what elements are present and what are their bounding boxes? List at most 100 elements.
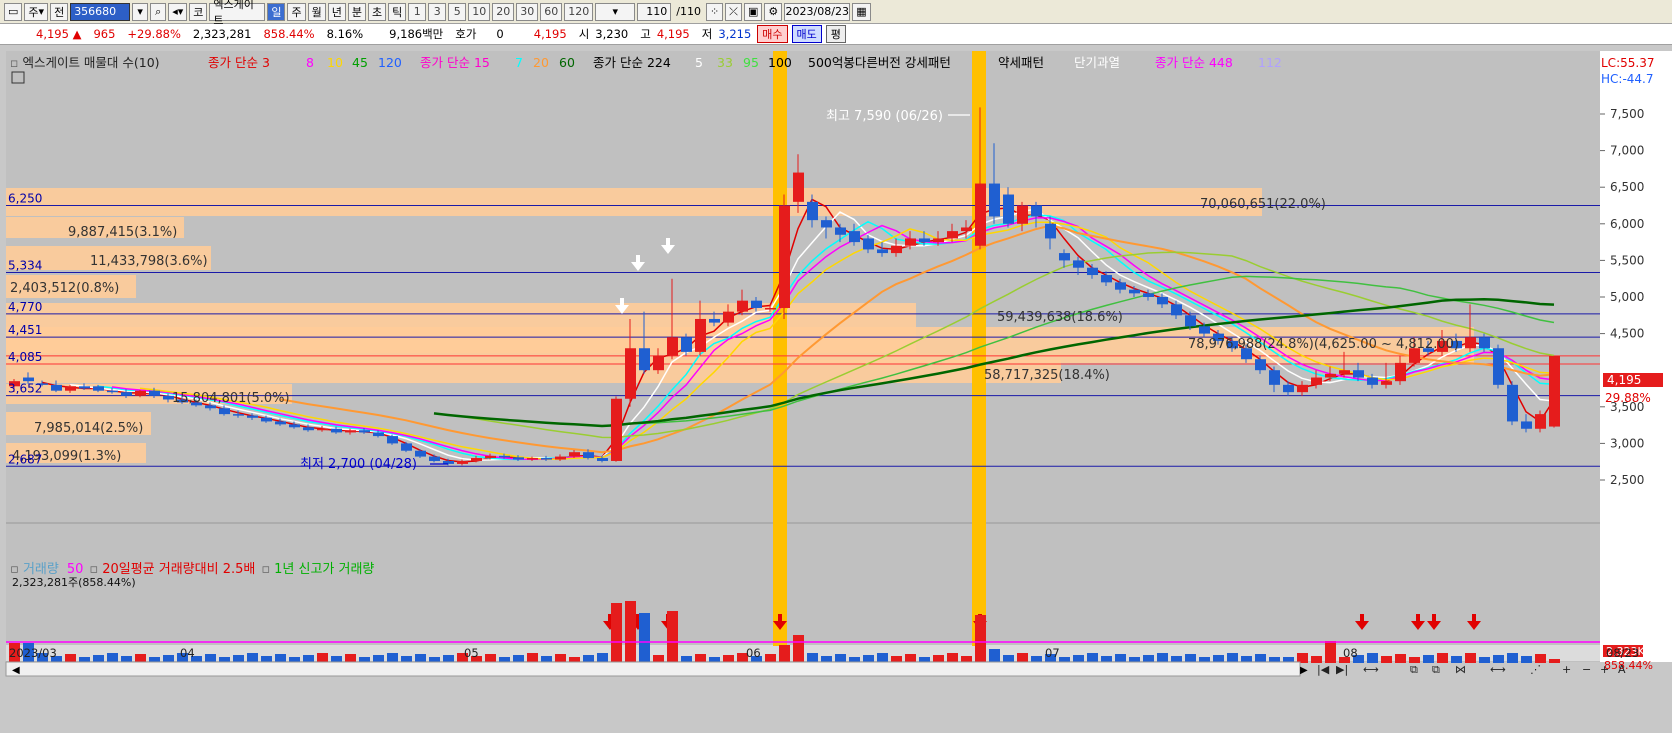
interval-1[interactable]: 1 — [408, 2, 427, 21]
scroll-start-icon[interactable]: |◀ — [1317, 663, 1330, 676]
fit-alt-icon[interactable]: ⧉ — [1432, 663, 1440, 676]
fit-icon[interactable]: ⧉ — [1410, 663, 1418, 676]
candle-body-66 — [933, 238, 944, 243]
chart-type-icon[interactable]: ▭ — [4, 2, 23, 21]
tab-period-week[interactable]: 주 — [287, 2, 306, 21]
speaker-icon[interactable]: ◂▾ — [168, 2, 188, 21]
zoom-out-icon[interactable]: − — [1582, 663, 1591, 676]
candle-body-109 — [1535, 414, 1546, 429]
interval-10[interactable]: 10 — [468, 2, 491, 21]
expand-icon[interactable]: ⟷ — [1490, 663, 1506, 676]
high-price: 4,195 — [656, 27, 690, 41]
tick-label-4: 5,500 — [1610, 253, 1644, 267]
tab-period-second[interactable]: 초 — [367, 2, 387, 21]
candle-body-65 — [919, 238, 930, 243]
candle-body-35 — [499, 455, 510, 458]
candle-body-74 — [1045, 223, 1056, 239]
legend-overheat: 단기과열 — [1074, 55, 1120, 70]
candle-body-110 — [1549, 355, 1560, 427]
candle-body-23 — [331, 428, 342, 433]
link-icon[interactable]: ⤫ — [725, 2, 742, 21]
prev-button[interactable]: 전 — [50, 2, 69, 21]
volume-legend-label: 거래량 — [23, 562, 59, 577]
legend-ma2-7: 7 — [515, 55, 523, 70]
tab-period-month[interactable]: 월 — [307, 2, 326, 21]
legend-vp-text: 엑스게이트 매물대 수(10) — [22, 55, 159, 70]
zoom-in-icon[interactable]: + — [1562, 663, 1571, 676]
candle-body-70 — [989, 183, 1000, 217]
zoom-range-icon[interactable]: ⟷ — [1363, 663, 1379, 676]
legend-ma1: 종가 단순 3 — [208, 55, 270, 70]
candle-body-40 — [569, 452, 580, 457]
x-label-08: 08 — [1343, 646, 1358, 660]
candle-body-8 — [121, 392, 132, 396]
candle-body-37 — [527, 458, 538, 460]
date-input[interactable]: 2023/08/23 — [784, 2, 851, 21]
candle-body-96 — [1353, 370, 1364, 378]
volume-tag-pct: 858.44% — [1604, 659, 1653, 672]
candle-body-94 — [1325, 373, 1336, 378]
tab-period-year[interactable]: 년 — [327, 2, 346, 21]
interval-custom-select[interactable]: ▾ — [595, 2, 636, 21]
stock-name-field[interactable]: 엑스게이트 — [209, 0, 266, 27]
candle-body-30 — [429, 456, 440, 461]
interval-30[interactable]: 30 — [516, 2, 539, 21]
interval-60[interactable]: 60 — [540, 2, 563, 21]
interval-20[interactable]: 20 — [492, 2, 515, 21]
candle-body-55 — [779, 205, 790, 308]
volume-signal-arrow-3-stem — [778, 614, 782, 622]
zoom-plus-icon[interactable]: + — [1600, 663, 1609, 676]
tab-period-minute[interactable]: 분 — [347, 2, 366, 21]
candle-body-10 — [149, 390, 160, 396]
volume-current: 2,323,281주(858.44%) — [12, 576, 136, 589]
legend-pattern-weak: 약세패턴 — [998, 55, 1044, 70]
legend-ma2-60: 60 — [559, 55, 575, 70]
scroll-right-icon[interactable]: ▶ — [1300, 665, 1308, 676]
stock-chart[interactable]: 70,060,651(22.0%) 9,887,415(3.1%) 11,433,7… — [0, 45, 1672, 730]
candle-body-81 — [1143, 293, 1154, 297]
buy-button[interactable]: 매수 — [757, 25, 788, 43]
candle-body-77 — [1087, 267, 1098, 276]
low-price: 3,215 — [718, 27, 752, 41]
sell-button[interactable]: 매도 — [791, 25, 822, 43]
code-dropdown-icon[interactable]: ▾ — [132, 2, 149, 21]
legend-vp: ▫ 엑스게이트 매물대 수(10) — [10, 55, 160, 70]
candle-body-1 — [23, 377, 34, 382]
candle-body-68 — [961, 227, 972, 232]
compress-icon[interactable]: ⋈ — [1455, 663, 1466, 676]
trend-icon[interactable]: ⋰ — [1530, 663, 1541, 676]
save-icon[interactable]: ▣ — [743, 2, 763, 21]
tick-label-2: 6,500 — [1610, 180, 1644, 194]
grid-icon[interactable]: ⁘ — [705, 2, 724, 21]
chart-svg: 70,060,651(22.0%) 9,887,415(3.1%) 11,433,7… — [5, 51, 1672, 677]
scroll-left-icon[interactable]: ◀ — [12, 665, 20, 676]
text-size-icon[interactable]: A — [1618, 663, 1626, 676]
gear-icon[interactable]: ⚙ — [764, 2, 783, 21]
calendar-icon[interactable]: ▦ — [852, 2, 871, 21]
volume-bar-47 — [667, 611, 678, 663]
candle-body-49 — [695, 318, 706, 352]
legend-ma3: 종가 단순 224 — [593, 55, 671, 70]
hoga-label: 호가 — [455, 27, 477, 41]
interval-5[interactable]: 5 — [448, 2, 467, 21]
tab-period-day[interactable]: 일 — [267, 2, 286, 21]
candle-body-9 — [135, 390, 146, 396]
tab-period-tick[interactable]: 틱 — [388, 2, 407, 21]
count-input[interactable]: 110 — [637, 2, 672, 21]
stock-code-input[interactable]: 356680 — [70, 2, 131, 21]
volume-bar-105 — [1479, 657, 1490, 663]
interval-3[interactable]: 3 — [428, 2, 447, 21]
avg-button[interactable]: 평 — [825, 25, 846, 43]
period-main-select[interactable]: 주 ▾ — [24, 2, 49, 21]
volume-bar-109 — [1535, 654, 1546, 663]
candle-body-78 — [1101, 275, 1112, 283]
search-icon[interactable]: ⌕ — [150, 2, 167, 21]
legend-ma2: 종가 단순 15 — [420, 55, 490, 70]
chart-scrollbar[interactable] — [5, 661, 1301, 677]
candle-body-51 — [723, 311, 734, 323]
volume-bar-110 — [1549, 659, 1560, 663]
interval-120[interactable]: 120 — [564, 2, 594, 21]
scroll-end-icon[interactable]: ▶| — [1336, 663, 1348, 676]
level-label-6: 2,687 — [8, 452, 42, 466]
candle-body-80 — [1129, 289, 1140, 294]
